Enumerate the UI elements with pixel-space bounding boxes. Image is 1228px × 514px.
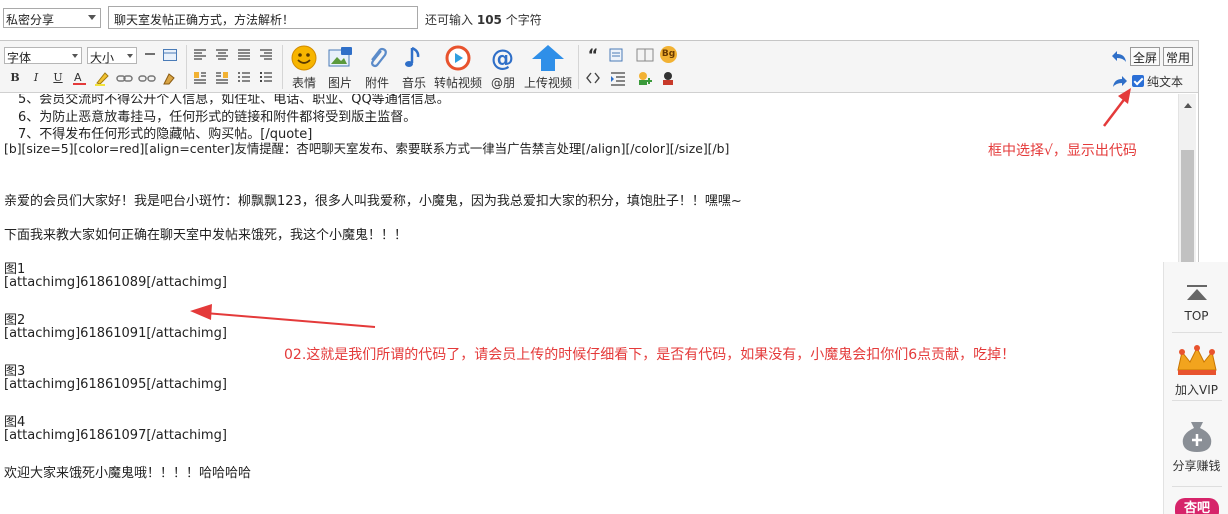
panel-divider xyxy=(1172,400,1222,401)
arrow-up-icon xyxy=(1186,285,1207,300)
arrow-to-code xyxy=(204,312,376,328)
crown-icon xyxy=(1176,345,1217,375)
back-to-top-button[interactable]: TOP xyxy=(1164,284,1228,323)
checkbox-annotation: 框中选择√，显示出代码 xyxy=(988,143,1137,159)
arrow-head xyxy=(1118,88,1131,104)
money-bag-icon xyxy=(1182,422,1211,452)
back-to-top-label: TOP xyxy=(1184,309,1209,323)
annotation-arrows xyxy=(190,88,1131,328)
code-annotation: 02.这就是我们所谓的代码了，请会员上传的时候仔细看下，是否有代码，如果没有，小… xyxy=(284,347,1016,363)
arrow-head xyxy=(190,304,212,320)
panel-divider xyxy=(1172,486,1222,487)
share-earn-button[interactable]: 分享赚钱 xyxy=(1164,414,1228,474)
join-vip-button[interactable]: 加入VIP xyxy=(1164,342,1228,398)
arrow-to-checkbox xyxy=(1103,96,1127,127)
floating-sidebar: TOP 加入VIP 分享赚钱 杏吧 xyxy=(1163,262,1228,514)
share-earn-label: 分享赚钱 xyxy=(1172,459,1221,473)
brand-badge[interactable]: 杏吧 xyxy=(1175,498,1219,514)
panel-divider xyxy=(1172,332,1222,333)
join-vip-label: 加入VIP xyxy=(1175,383,1218,397)
